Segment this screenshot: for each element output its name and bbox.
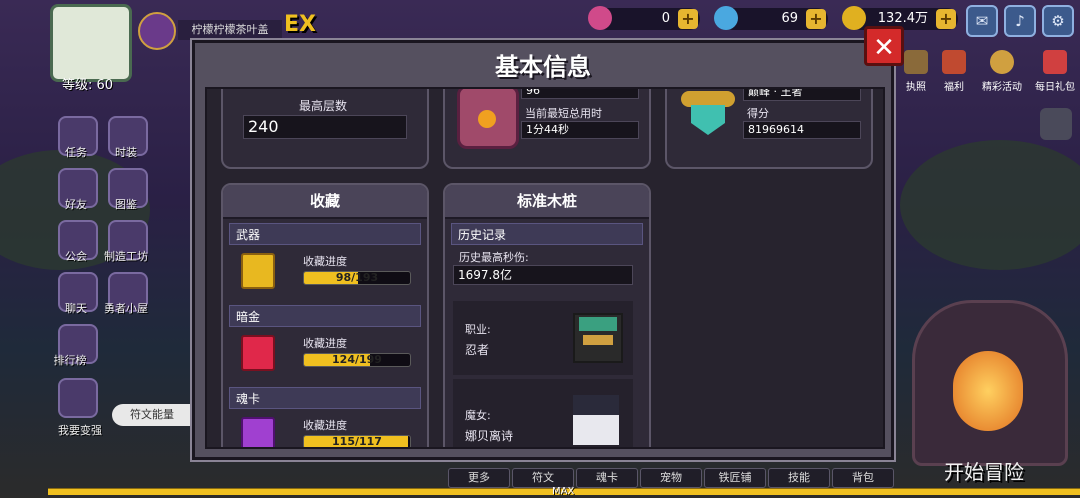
menu-fashion-label: 时装 [115,146,137,159]
training-dummy-card: 标准木桩 历史记录 历史最高秒伤: 1697.8亿 职业: 忍者 魔女: 娜贝离… [443,183,651,447]
job-row: 职业: 忍者 [453,301,633,375]
menu-welfare-label: 福利 [944,82,964,93]
menu-license-label: 执照 [906,82,926,93]
weapon-progress-bar: 98/193 [303,271,411,285]
menu-hero-house-label: 勇者小屋 [104,302,148,315]
history-record-header: 历史记录 [451,223,643,245]
max-dps-label: 历史最高秒伤: [459,251,529,264]
guild-emblem-icon[interactable] [138,12,176,50]
soulcard-icon [241,417,275,447]
job-value: 忍者 [465,343,490,357]
witch-row: 魔女: 娜贝离诗 [453,379,633,447]
witch-avatar-icon [573,395,619,445]
menu-event[interactable]: 精彩活动 [976,50,1028,93]
add-coin-button[interactable]: + [936,9,956,29]
menu-gift[interactable]: 每日礼包 [1030,50,1080,93]
training-dummy-title: 标准木桩 [445,185,649,219]
license-icon [904,50,928,74]
tab-soulcard[interactable]: 魂卡 [576,468,638,488]
darkgold-icon [241,335,275,371]
player-avatar[interactable] [50,4,132,82]
soulcard-progress-label: 收藏进度 [303,419,347,432]
menu-workshop-label: 制造工坊 [104,250,148,263]
menu-welfare[interactable]: 福利 [934,50,974,93]
rank-badge: EX [284,12,316,37]
ninja-avatar-icon [573,313,623,363]
speedrun-label: 当前最短总用时 [525,107,602,120]
coin-count: 132.4万 [877,11,928,26]
tab-rune[interactable]: 符文 [512,468,574,488]
add-gem-button[interactable]: + [678,9,698,29]
collection-weapon-header: 武器 [229,223,421,245]
tab-more[interactable]: 更多 [448,468,510,488]
menu-codex-label: 图鉴 [115,198,137,211]
score-label: 得分 [747,107,769,120]
soulcard-progress-bar: 115/117 [303,435,411,448]
modal-title: 基本信息 [495,53,591,81]
menu-gift-label: 每日礼包 [1035,82,1075,93]
collection-darkgold-header: 暗金 [229,305,421,327]
speaker-icon[interactable]: ♪ [1004,5,1036,37]
collection-soulcard-header: 魂卡 [229,387,421,409]
tab-blacksmith[interactable]: 铁匠铺 [704,468,766,488]
rank-name-value: 巅峰 · 王者 [743,89,861,101]
tab-pet[interactable]: 宠物 [640,468,702,488]
witch-label: 魔女: [465,409,491,422]
darkgold-progress-text: 124/199 [332,353,382,366]
menu-event-label: 精彩活动 [982,82,1022,93]
darkgold-progress-label: 收藏进度 [303,337,347,350]
highest-floor-card: 最高层数 240 [221,89,429,169]
weapon-icon [241,253,275,289]
rank-crest-icon [681,89,735,139]
witch-value: 娜贝离诗 [465,429,514,443]
soulcard-progress-text: 115/117 [332,435,382,448]
event-icon [990,50,1014,74]
speedrun-card: 96 当前最短总用时 1分44秒 [443,89,651,169]
tab-skill[interactable]: 技能 [768,468,830,488]
menu-power-up-icon[interactable] [58,378,98,418]
diamond-icon [714,6,738,30]
weapon-progress-label: 收藏进度 [303,255,347,268]
score-value: 81969614 [743,121,861,139]
boss-shield-icon [457,89,519,149]
speedrun-time-value: 1分44秒 [521,121,639,139]
max-dps-value: 1697.8亿 [453,265,633,285]
welfare-icon [942,50,966,74]
right-menu: 执照 福利 精彩活动 每日礼包 [896,50,1080,95]
exp-max-label: MAX [552,486,575,497]
collection-title: 收藏 [223,185,427,219]
menu-leaderboard-label: 排行榜 [53,354,87,367]
speedrun-top-value: 96 [521,89,639,99]
gift-icon [1043,50,1067,74]
menu-power-up-label: 我要变强 [58,424,102,437]
player-level: 等级: 60 [62,78,114,93]
portal-decoration [912,300,1068,466]
close-icon[interactable]: ✕ [864,26,904,66]
player-name: 柠檬柠檬茶叶盖 [178,20,282,40]
resource-diamond: 69 + [714,6,828,30]
mail-icon[interactable]: ✉ [966,5,998,37]
basic-info-modal: 基本信息 最高层数 240 96 当前最短总用时 1分44秒 巅峰 · 王者 得… [190,38,896,462]
rune-energy-button[interactable]: 符文能量 [112,404,192,426]
collection-card: 收藏 武器 收藏进度 98/193 暗金 收藏进度 124/199 魂卡 收藏进… [221,183,429,448]
gem-icon [588,6,612,30]
highest-floor-label: 最高层数 [299,99,348,113]
darkgold-progress-bar: 124/199 [303,353,411,367]
diamond-count: 69 [781,11,798,26]
gem-count: 0 [661,11,670,26]
coin-icon [842,6,866,30]
start-adventure-button[interactable]: 开始冒险 [944,456,1024,485]
rank-card: 巅峰 · 王者 得分 81969614 [665,89,873,169]
side-toggle-button[interactable] [1040,108,1072,140]
settings-icon[interactable]: ⚙ [1042,5,1074,37]
tab-bag[interactable]: 背包 [832,468,894,488]
add-diamond-button[interactable]: + [806,9,826,29]
job-label: 职业: [465,323,491,336]
modal-body: 最高层数 240 96 当前最短总用时 1分44秒 巅峰 · 王者 得分 819… [205,87,885,449]
weapon-progress-text: 98/193 [335,271,379,284]
highest-floor-value: 240 [243,115,407,139]
resource-gem: 0 + [588,6,700,30]
